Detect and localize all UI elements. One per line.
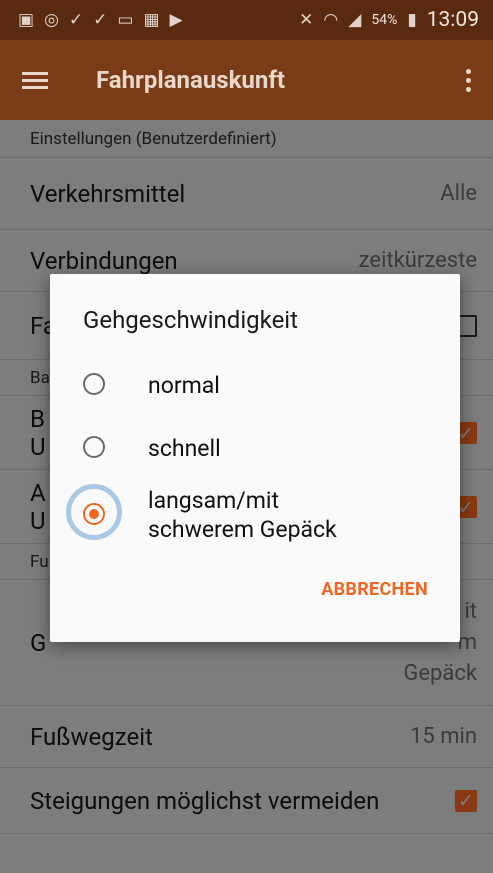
section-header-label: Einstellungen (Benutzerdefiniert) [30,128,277,149]
setting-u-label-1: U [30,432,46,461]
setting-connections-value: zeitkürzeste [358,248,477,273]
section-header-settings: Einstellungen (Benutzerdefiniert) [0,120,493,158]
radio-unselected-icon[interactable] [83,373,105,395]
overflow-menu-icon[interactable] [466,68,471,92]
setting-a-label: A [30,478,46,507]
option-label: normal [148,372,220,399]
setting-transport-value: Alle [440,181,477,206]
setting-avoid-slopes-label: Steigungen möglichst vermeiden [30,786,380,815]
section-fu-label: Fu [30,551,49,572]
cast-icon: ▶ [169,10,183,30]
battery-percent: 54% [371,12,398,28]
image-icon: ▣ [18,10,35,30]
cancel-button[interactable]: ABBRECHEN [321,579,428,600]
radio-unselected-icon[interactable] [83,436,105,458]
setting-g-label: G [30,628,47,657]
app-title: Fahrplanauskunft [96,66,286,94]
wifi-icon: ◠ [323,10,339,30]
dialog-title: Gehgeschwindigkeit [83,306,298,334]
option-label: langsam/mit schwerem Gepäck [148,486,337,544]
option-normal[interactable]: normal [83,371,220,400]
voicemail-circle-icon: ◎ [44,10,59,30]
setting-transport[interactable]: Verkehrsmittel Alle [0,158,493,230]
voicemail-icon: ▭ [117,10,134,30]
value-fragment-gepaeck: Gepäck [403,661,477,686]
section-ba-label: Ba [30,367,50,388]
setting-b-label: B [30,404,45,433]
option-label-line-1: langsam/mit [148,487,280,514]
battery-saver-icon: ▦ [143,10,160,30]
status-bar: ▣ ◎ ✓ ✓ ▭ ▦ ▶ ✕ ◠ ◢ 54% ▮ 13:09 [0,0,493,40]
option-label-line-2: schwerem Gepäck [148,516,337,543]
setting-connections-label: Verbindungen [30,246,178,275]
radio-selected-icon[interactable] [83,503,105,525]
walking-speed-dialog: Gehgeschwindigkeit normal schnell langsa… [50,274,460,642]
setting-transport-label: Verkehrsmittel [30,179,186,208]
setting-walk-time-label: Fußwegzeit [30,722,153,751]
status-left-icons: ▣ ◎ ✓ ✓ ▭ ▦ ▶ [18,10,183,30]
hamburger-menu-icon[interactable] [22,70,48,90]
setting-avoid-slopes[interactable]: Steigungen möglichst vermeiden ✓ [0,768,493,834]
setting-walk-time-value: 15 min [410,724,477,749]
setting-walk-time[interactable]: Fußwegzeit 15 min [0,706,493,768]
option-label: schnell [148,435,221,462]
status-right-icons: ✕ ◠ ◢ 54% ▮ 13:09 [299,8,479,32]
radio-wrapper [83,434,105,458]
mute-icon: ✕ [299,10,314,30]
clock: 13:09 [426,8,479,32]
option-langsam[interactable]: langsam/mit schwerem Gepäck [66,484,337,544]
download-done-icon: ✓ [93,10,108,30]
download-done-icon: ✓ [68,10,84,30]
radio-wrapper [66,484,122,540]
option-schnell[interactable]: schnell [83,434,221,463]
setting-u-label-2: U [30,506,46,535]
app-bar: Fahrplanauskunft [0,40,493,120]
radio-wrapper [83,371,105,395]
signal-icon: ◢ [348,10,362,30]
battery-icon: ▮ [407,10,417,30]
checkbox-checked[interactable]: ✓ [455,789,477,812]
